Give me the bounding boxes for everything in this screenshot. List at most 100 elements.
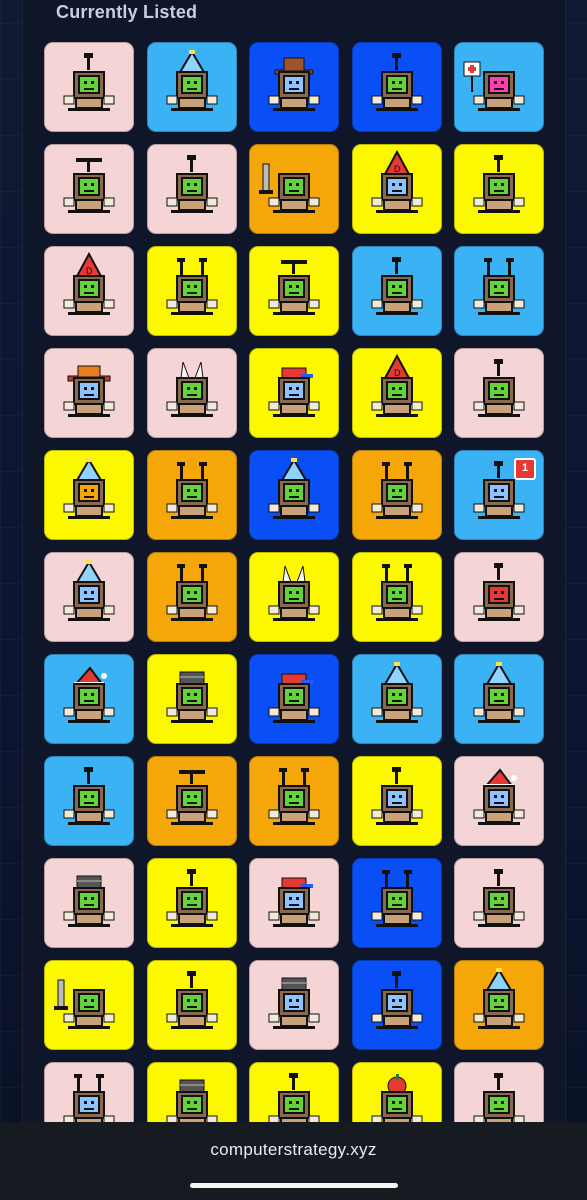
- nft-card[interactable]: [249, 42, 339, 132]
- home-indicator[interactable]: [190, 1183, 398, 1188]
- nft-card[interactable]: [351, 756, 442, 846]
- robot-icon: [63, 666, 115, 723]
- svg-text:D: D: [394, 368, 401, 378]
- robot-icon: [166, 462, 217, 519]
- robot-icon: D: [63, 251, 115, 315]
- nft-card[interactable]: [146, 654, 237, 744]
- nft-card[interactable]: [249, 450, 339, 540]
- robot-icon: [473, 359, 525, 417]
- robot-icon: [268, 260, 320, 315]
- robot-icon: [166, 671, 217, 723]
- robot-icon: [473, 563, 525, 621]
- nft-card[interactable]: [249, 654, 339, 744]
- nft-card[interactable]: [249, 246, 339, 336]
- robot-icon: [463, 61, 525, 111]
- nft-card[interactable]: [249, 348, 339, 438]
- robot-icon: [259, 163, 320, 213]
- nft-card[interactable]: [351, 654, 442, 744]
- nft-card[interactable]: [454, 348, 544, 438]
- robot-icon: D: [371, 149, 422, 213]
- section-title: Currently Listed: [56, 2, 198, 22]
- nft-card[interactable]: [351, 858, 442, 948]
- nft-card[interactable]: [44, 858, 134, 948]
- nft-card[interactable]: [44, 552, 134, 642]
- robot-icon: [63, 458, 115, 519]
- nft-card[interactable]: [454, 756, 544, 846]
- nft-card[interactable]: [146, 756, 237, 846]
- robot-icon: [166, 361, 217, 417]
- robot-icon: [63, 365, 115, 417]
- nft-card[interactable]: [249, 960, 339, 1050]
- robot-icon: [166, 770, 217, 825]
- nft-card[interactable]: [454, 552, 544, 642]
- nft-card[interactable]: [249, 144, 339, 234]
- nft-card[interactable]: D: [351, 348, 442, 438]
- nft-card[interactable]: [44, 42, 134, 132]
- robot-icon: [268, 673, 320, 723]
- nft-card[interactable]: [249, 756, 339, 846]
- nft-card[interactable]: [454, 960, 544, 1050]
- robot-icon: [473, 155, 525, 213]
- robot-icon: [371, 564, 422, 621]
- robot-icon: [268, 768, 320, 825]
- nft-card[interactable]: [351, 960, 442, 1050]
- nft-card[interactable]: [454, 246, 544, 336]
- robot-icon: [166, 155, 217, 213]
- robot-icon: [166, 258, 217, 315]
- notification-badge: 1: [514, 458, 536, 480]
- robot-icon: [268, 977, 320, 1029]
- robot-icon: [63, 560, 115, 621]
- nft-card[interactable]: [351, 450, 442, 540]
- robot-icon: [166, 869, 217, 927]
- robot-icon: [473, 768, 525, 825]
- nft-card[interactable]: [351, 552, 442, 642]
- robot-icon: [371, 257, 422, 315]
- robot-icon: [371, 870, 422, 927]
- nft-card[interactable]: [249, 858, 339, 948]
- robot-icon: [63, 767, 115, 825]
- robot-icon: [473, 258, 525, 315]
- nft-card[interactable]: [351, 42, 442, 132]
- nft-card[interactable]: D: [351, 144, 442, 234]
- nft-card[interactable]: [454, 42, 544, 132]
- nft-card[interactable]: [249, 552, 339, 642]
- robot-icon: [166, 50, 217, 111]
- nft-card[interactable]: [44, 144, 134, 234]
- nft-card[interactable]: [454, 654, 544, 744]
- nft-card[interactable]: 1: [454, 450, 544, 540]
- robot-icon: [268, 458, 320, 519]
- robot-icon: [371, 53, 422, 111]
- nft-card[interactable]: [146, 450, 237, 540]
- nft-card[interactable]: [454, 858, 544, 948]
- nft-card[interactable]: [351, 246, 442, 336]
- robot-icon: [63, 875, 115, 927]
- nft-card[interactable]: [44, 960, 134, 1050]
- robot-icon: [268, 565, 320, 621]
- svg-text:D: D: [86, 266, 93, 276]
- nft-card[interactable]: [146, 348, 237, 438]
- robot-icon: [63, 53, 115, 111]
- nft-card[interactable]: D: [44, 246, 134, 336]
- robot-icon: [268, 367, 320, 417]
- svg-text:D: D: [394, 164, 401, 174]
- robot-icon: [473, 869, 525, 927]
- robot-icon: [166, 971, 217, 1029]
- nft-card[interactable]: [146, 960, 237, 1050]
- address-bar-url[interactable]: computerstrategy.xyz: [0, 1140, 587, 1160]
- nft-card[interactable]: [146, 144, 237, 234]
- listing-grid: D D D 1: [44, 42, 544, 1152]
- robot-icon: [63, 158, 115, 213]
- nft-card[interactable]: [146, 42, 237, 132]
- nft-card[interactable]: [44, 450, 134, 540]
- robot-icon: [268, 877, 320, 927]
- robot-icon: [371, 462, 422, 519]
- robot-icon: D: [371, 353, 422, 417]
- nft-card[interactable]: [44, 654, 134, 744]
- nft-card[interactable]: [146, 552, 237, 642]
- nft-card[interactable]: [44, 348, 134, 438]
- nft-card[interactable]: [146, 246, 237, 336]
- nft-card[interactable]: [44, 756, 134, 846]
- nft-card[interactable]: [454, 144, 544, 234]
- robot-icon: [268, 57, 320, 111]
- nft-card[interactable]: [146, 858, 237, 948]
